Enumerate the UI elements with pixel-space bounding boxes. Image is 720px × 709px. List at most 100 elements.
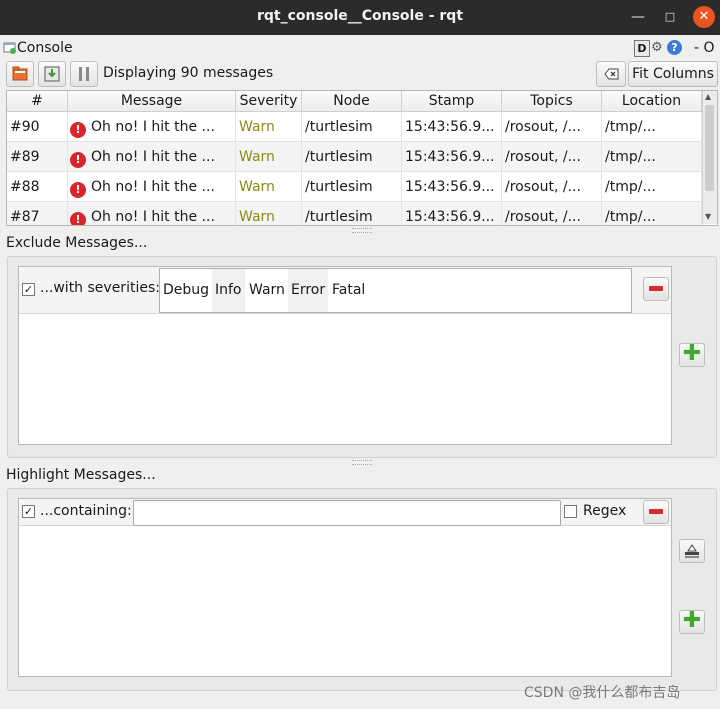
cell-node: /turtlesim xyxy=(302,142,402,172)
save-button[interactable] xyxy=(38,61,66,87)
highlight-icon xyxy=(685,544,699,558)
open-folder-icon xyxy=(12,66,28,81)
cell-id: #90 xyxy=(7,112,68,142)
error-icon: ! xyxy=(70,152,86,168)
table-scrollbar[interactable]: ▲ ▼ xyxy=(702,91,717,224)
cell-id: #88 xyxy=(7,172,68,202)
exclude-filter-list: ✓ ...with severities: Debug Info Warn Er… xyxy=(18,266,672,445)
severity-warn[interactable]: Warn xyxy=(246,269,288,312)
scrollbar-thumb[interactable] xyxy=(705,105,714,191)
column-header-message[interactable]: Message xyxy=(68,91,236,112)
cell-topics: /rosout, /... xyxy=(502,112,602,142)
window-titlebar: rqt_console__Console - rqt — □ ✕ xyxy=(0,0,720,35)
open-button[interactable] xyxy=(6,61,34,87)
cell-location: /tmp/... xyxy=(602,172,702,202)
watermark-text: CSDN @我什么都布吉岛 xyxy=(524,685,681,701)
highlight-filter-type-button[interactable] xyxy=(679,539,705,563)
text-filter-label: ...containing: xyxy=(40,503,132,519)
cell-location: /tmp/... xyxy=(602,142,702,172)
plugin-icon xyxy=(3,41,17,55)
cell-severity: Warn xyxy=(236,172,302,202)
cell-location: /tmp/... xyxy=(602,202,702,225)
exclude-section-title: Exclude Messages... xyxy=(6,235,148,251)
table-row[interactable]: #89 ! Oh no! I hit the ... Warn /turtlesi… xyxy=(7,142,702,172)
column-header-topics[interactable]: Topics xyxy=(502,91,602,112)
plugin-title: Console xyxy=(17,40,73,56)
severity-list[interactable]: Debug Info Warn Error Fatal xyxy=(159,268,632,313)
minimize-button[interactable]: — xyxy=(627,6,649,28)
highlight-filter-list: ✓ ...containing: Regex xyxy=(18,498,672,677)
highlight-section-title: Highlight Messages... xyxy=(6,467,156,483)
cell-topics: /rosout, /... xyxy=(502,142,602,172)
cell-topics: /rosout, /... xyxy=(502,202,602,225)
cell-stamp: 15:43:56.9... xyxy=(402,142,502,172)
window-title: rqt_console__Console - rqt xyxy=(256,8,464,24)
column-header-location[interactable]: Location xyxy=(602,91,702,112)
add-exclude-filter-button[interactable]: ✚ xyxy=(679,343,705,367)
add-highlight-filter-button[interactable]: ✚ xyxy=(679,610,705,634)
text-filter-checkbox[interactable]: ✓ xyxy=(22,505,35,518)
clear-button[interactable] xyxy=(596,61,626,87)
cell-stamp: 15:43:56.9... xyxy=(402,112,502,142)
scroll-up-icon[interactable]: ▲ xyxy=(705,92,711,101)
table-row[interactable]: #87 ! Oh no! I hit the ... Warn /turtlesi… xyxy=(7,202,702,225)
column-header-stamp[interactable]: Stamp xyxy=(402,91,502,112)
cell-message: ! Oh no! I hit the ... xyxy=(68,112,236,142)
error-icon: ! xyxy=(70,122,86,138)
column-header-id[interactable]: # xyxy=(7,91,68,112)
text-filter-row: ✓ ...containing: Regex xyxy=(19,499,671,526)
cell-topics: /rosout, /... xyxy=(502,172,602,202)
maximize-button[interactable]: □ xyxy=(659,6,681,28)
cell-location: /tmp/... xyxy=(602,112,702,142)
cell-severity: Warn xyxy=(236,202,302,225)
remove-highlight-filter-button[interactable] xyxy=(643,500,669,524)
dock-toggle-button[interactable]: D xyxy=(634,40,650,57)
splitter-handle[interactable] xyxy=(352,460,372,465)
close-button[interactable]: ✕ xyxy=(693,6,715,28)
remove-exclude-filter-button[interactable] xyxy=(643,277,669,301)
severity-filter-checkbox[interactable]: ✓ xyxy=(22,283,35,296)
cell-id: #87 xyxy=(7,202,68,225)
fit-columns-button[interactable]: Fit Columns xyxy=(628,61,718,87)
column-header-severity[interactable]: Severity xyxy=(236,91,302,112)
cell-stamp: 15:43:56.9... xyxy=(402,202,502,225)
remove-icon xyxy=(649,509,663,514)
table-row[interactable]: #90 ! Oh no! I hit the ... Warn /turtlesi… xyxy=(7,112,702,142)
error-icon: ! xyxy=(70,182,86,198)
cell-message: ! Oh no! I hit the ... xyxy=(68,172,236,202)
severity-error[interactable]: Error xyxy=(288,269,329,312)
messages-table[interactable]: # Message Severity Node Stamp Topics Loc… xyxy=(6,90,718,226)
add-icon: ✚ xyxy=(682,341,702,366)
cell-message: ! Oh no! I hit the ... xyxy=(68,142,236,172)
save-icon xyxy=(44,66,60,82)
splitter-handle[interactable] xyxy=(352,228,372,233)
cell-severity: Warn xyxy=(236,112,302,142)
severity-filter-label: ...with severities: xyxy=(40,280,160,296)
cell-severity: Warn xyxy=(236,142,302,172)
severity-info[interactable]: Info xyxy=(212,269,245,312)
regex-label: Regex xyxy=(583,503,627,519)
help-icon[interactable]: ? xyxy=(667,40,682,55)
containing-input[interactable] xyxy=(133,500,561,526)
cell-id: #89 xyxy=(7,142,68,172)
error-icon: ! xyxy=(70,212,86,225)
message-count-label: Displaying 90 messages xyxy=(103,65,274,81)
message-text: Oh no! I hit the ... xyxy=(91,179,215,195)
severity-debug[interactable]: Debug xyxy=(160,269,212,312)
regex-checkbox[interactable] xyxy=(564,505,577,518)
remove-icon xyxy=(649,286,663,291)
severity-fatal[interactable]: Fatal xyxy=(329,269,368,312)
scroll-down-icon[interactable]: ▼ xyxy=(705,212,711,221)
clear-icon xyxy=(604,68,619,80)
minimize-close-plugin[interactable]: - O xyxy=(694,40,715,56)
pause-icon xyxy=(79,67,89,81)
message-text: Oh no! I hit the ... xyxy=(91,149,215,165)
add-icon: ✚ xyxy=(682,608,702,633)
cell-node: /turtlesim xyxy=(302,202,402,225)
cell-stamp: 15:43:56.9... xyxy=(402,172,502,202)
cell-message: ! Oh no! I hit the ... xyxy=(68,202,236,225)
table-row[interactable]: #88 ! Oh no! I hit the ... Warn /turtlesi… xyxy=(7,172,702,202)
pause-button[interactable] xyxy=(70,61,98,87)
gear-icon[interactable]: ⚙ xyxy=(651,40,665,55)
column-header-node[interactable]: Node xyxy=(302,91,402,112)
